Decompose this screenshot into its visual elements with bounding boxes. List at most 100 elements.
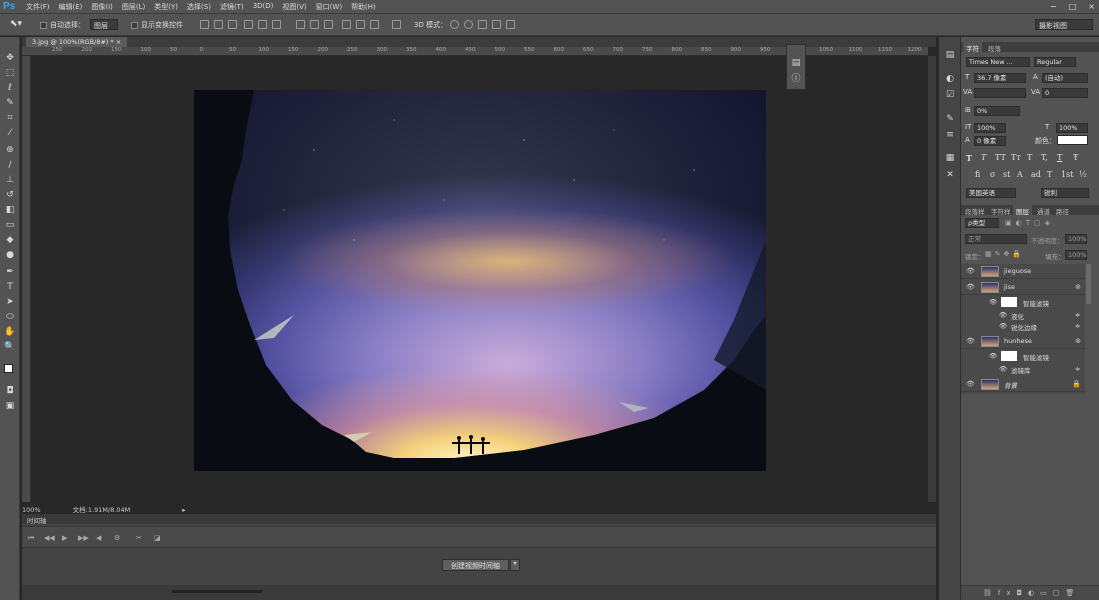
underline-icon[interactable]: T xyxy=(1057,153,1062,162)
clone-stamp-tool-icon[interactable]: ⊥ xyxy=(4,174,16,186)
eye-icon[interactable]: 👁 xyxy=(999,322,1007,330)
menu-file[interactable]: 文件(F) xyxy=(26,2,50,12)
shape-tool-icon[interactable]: ⬭ xyxy=(4,311,16,323)
fill-field[interactable]: 100% xyxy=(1065,250,1087,260)
layer-row[interactable]: 👁 jise ⊚ xyxy=(961,280,1085,295)
menu-help[interactable]: 帮助(H) xyxy=(351,2,376,12)
swatches-icon[interactable]: ▦ xyxy=(944,152,956,164)
smart-filters-row[interactable]: 👁 智能滤镜 xyxy=(961,297,1085,308)
zoom-tool-icon[interactable]: 🔍 xyxy=(4,341,16,353)
screen-mode-icon[interactable]: ▣ xyxy=(4,400,16,412)
distribute-top-icon[interactable] xyxy=(296,20,305,29)
next-frame-icon[interactable]: ▶▶ xyxy=(78,534,89,542)
foreground-color-swatch[interactable] xyxy=(4,364,13,373)
tab-paragraph-styles[interactable]: 段落样 xyxy=(962,205,988,216)
blend-mode-dropdown[interactable]: 正常 xyxy=(965,234,1027,244)
superscript-icon[interactable]: T xyxy=(1027,153,1032,162)
align-left-icon[interactable] xyxy=(244,20,253,29)
tab-channels[interactable]: 通道 xyxy=(1034,205,1053,216)
auto-select-target-dropdown[interactable]: 图层 xyxy=(90,19,118,30)
language-dropdown[interactable]: 美国英语 xyxy=(966,188,1016,198)
strikethrough-icon[interactable]: Ŧ xyxy=(1073,153,1078,162)
font-size-field[interactable]: 36.7 像素 xyxy=(974,73,1026,83)
distribute-hcenter-icon[interactable] xyxy=(356,20,365,29)
layer-row[interactable]: 👁 jieguose xyxy=(961,264,1085,279)
crop-tool-icon[interactable]: ⌗ xyxy=(4,112,16,124)
adjustments-icon[interactable]: ◐ xyxy=(944,73,956,85)
distribute-right-icon[interactable] xyxy=(370,20,379,29)
status-zoom[interactable]: 100% xyxy=(22,506,41,514)
discretionary-ligatures-icon[interactable]: st xyxy=(1003,170,1010,179)
distribute-vcenter-icon[interactable] xyxy=(310,20,319,29)
small-caps-icon[interactable]: Tт xyxy=(1011,153,1021,162)
info-icon[interactable]: ⓘ xyxy=(790,73,802,85)
marquee-tool-icon[interactable]: ⬚ xyxy=(4,67,16,79)
distribute-bottom-icon[interactable] xyxy=(324,20,333,29)
layers-scrollbar[interactable] xyxy=(1086,264,1091,304)
align-right-icon[interactable] xyxy=(272,20,281,29)
document-image[interactable] xyxy=(194,90,766,471)
menu-type[interactable]: 类型(Y) xyxy=(154,2,178,12)
filter-row[interactable]: 👁 液化 ≑ xyxy=(961,310,1085,321)
first-frame-icon[interactable]: ⏮ xyxy=(28,534,34,543)
brush-tool-icon[interactable]: ∕ xyxy=(4,159,16,171)
menu-window[interactable]: 窗口(W) xyxy=(316,2,342,12)
align-vcenter-icon[interactable] xyxy=(214,20,223,29)
auto-align-icon[interactable] xyxy=(392,20,401,29)
eye-icon[interactable]: 👁 xyxy=(989,298,997,306)
3d-rotate-icon[interactable] xyxy=(450,20,459,29)
show-transform-checkbox[interactable]: 显示变换控件 xyxy=(131,20,183,30)
status-menu-arrow-icon[interactable]: ▸ xyxy=(182,506,185,514)
stylistic-alternates-icon[interactable]: ad xyxy=(1031,170,1041,179)
layer-filter-icons[interactable]: ▣◐T▢◈ xyxy=(1005,219,1054,227)
faux-bold-icon[interactable]: T xyxy=(966,153,972,163)
menu-layer[interactable]: 图层(L) xyxy=(122,2,145,12)
horizontal-scale-field[interactable]: 100% xyxy=(1056,123,1088,133)
align-hcenter-icon[interactable] xyxy=(258,20,267,29)
vertical-scale-field[interactable]: 100% xyxy=(974,123,1006,133)
filter-options-icon[interactable]: ≑ xyxy=(1075,311,1080,319)
ligatures-icon[interactable]: fi xyxy=(975,170,980,179)
quick-select-tool-icon[interactable]: ✎ xyxy=(4,97,16,109)
tab-paths[interactable]: 路径 xyxy=(1053,205,1072,216)
create-video-timeline-button[interactable]: 创建视频时间轴 xyxy=(442,559,509,571)
minimize-button[interactable]: − xyxy=(1050,2,1057,11)
menu-edit[interactable]: 编辑(E) xyxy=(59,2,83,12)
filter-mask-thumbnail[interactable] xyxy=(1001,297,1017,307)
chevron-down-icon[interactable]: ▾ xyxy=(510,559,520,571)
styles-icon[interactable]: ☑ xyxy=(944,89,956,101)
font-style-dropdown[interactable]: Regular xyxy=(1034,57,1076,67)
settings-icon[interactable]: ⚙ xyxy=(114,534,120,542)
close-button[interactable]: × xyxy=(1088,2,1095,11)
lasso-tool-icon[interactable]: ℓ xyxy=(4,82,16,94)
type-tool-icon[interactable]: T xyxy=(4,281,16,293)
document-tab[interactable]: 3.jpg @ 100%(RGB/8#) * × xyxy=(26,37,128,47)
tab-layers[interactable]: 图层 xyxy=(1013,205,1032,216)
3d-slide-icon[interactable] xyxy=(492,20,501,29)
opacity-field[interactable]: 100% xyxy=(1065,234,1087,244)
play-icon[interactable]: ▶ xyxy=(62,534,67,542)
layers-footer-icons[interactable]: ⛓fx◘◐▭▢🗑 xyxy=(983,589,1080,597)
move-tool-icon[interactable]: ✥ xyxy=(4,52,16,64)
smart-filters-row[interactable]: 👁 智能滤镜 xyxy=(961,351,1085,362)
healing-brush-tool-icon[interactable]: ⊕ xyxy=(4,144,16,156)
faux-italic-icon[interactable]: T xyxy=(981,153,986,162)
auto-select-checkbox[interactable]: 自动选择： xyxy=(40,20,85,30)
tab-character[interactable]: 字符 xyxy=(963,42,982,53)
menu-filter[interactable]: 滤镜(T) xyxy=(220,2,244,12)
blur-tool-icon[interactable]: ◆ xyxy=(4,234,16,246)
align-top-icon[interactable] xyxy=(200,20,209,29)
subscript-icon[interactable]: T, xyxy=(1041,153,1048,162)
eye-icon[interactable]: 👁 xyxy=(989,352,997,360)
distribute-left-icon[interactable] xyxy=(342,20,351,29)
swash-icon[interactable]: A xyxy=(1017,170,1023,179)
contextual-alternates-icon[interactable]: σ xyxy=(990,170,995,179)
transition-icon[interactable]: ◪ xyxy=(154,534,161,542)
3d-scale-icon[interactable] xyxy=(506,20,515,29)
menu-select[interactable]: 选择(S) xyxy=(187,2,211,12)
3d-pan-icon[interactable] xyxy=(478,20,487,29)
baseline-field[interactable]: 0 像素 xyxy=(974,136,1006,146)
kerning-field[interactable] xyxy=(974,88,1026,98)
path-select-tool-icon[interactable]: ➤ xyxy=(4,296,16,308)
audio-icon[interactable]: ◀ xyxy=(96,534,101,542)
